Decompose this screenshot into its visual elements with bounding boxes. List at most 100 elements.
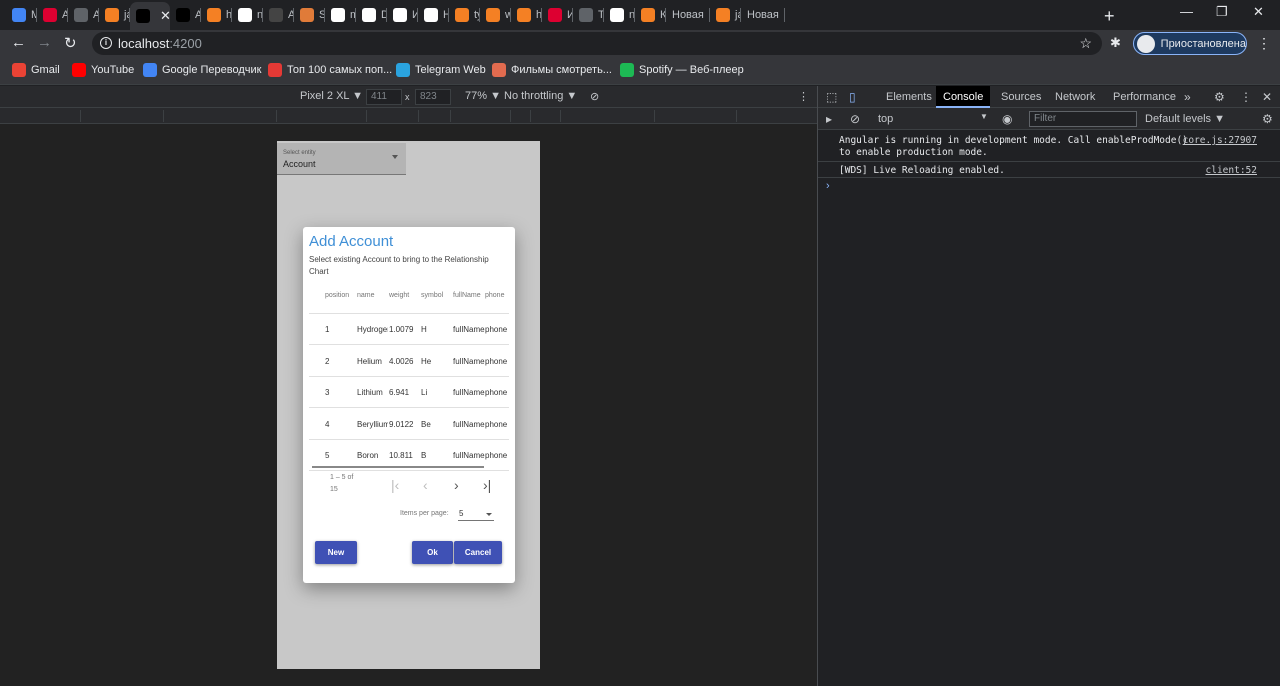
column-header[interactable]: fullName: [453, 285, 485, 307]
first-page-icon[interactable]: |‹: [391, 477, 399, 493]
media-query-ruler[interactable]: [0, 108, 817, 124]
bookmark-star-icon[interactable]: ☆: [1079, 35, 1092, 52]
previous-page-icon[interactable]: ‹: [423, 477, 428, 493]
browser-tab[interactable]: Новая: [741, 4, 785, 26]
browser-tab[interactable]: Me: [6, 4, 37, 26]
browser-tab[interactable]: jav: [710, 4, 741, 26]
table-row[interactable]: 4 Beryllium 9.0122 Be fullName phone: [309, 409, 509, 440]
address-bar[interactable]: i localhost:4200 ☆: [92, 32, 1102, 55]
last-page-icon[interactable]: ›|: [483, 477, 491, 493]
stackoverflow-icon: [455, 8, 469, 22]
browser-tab[interactable]: Ка: [635, 4, 666, 26]
entity-select[interactable]: Select entity Account: [277, 143, 406, 175]
maximize-icon[interactable]: ❐: [1216, 4, 1228, 20]
device-height-input[interactable]: 823: [415, 89, 451, 105]
browser-tab[interactable]: me: [325, 4, 356, 26]
browser-tab[interactable]: Новая: [666, 4, 710, 26]
browser-menu-icon[interactable]: ⋮: [1257, 35, 1271, 52]
close-window-icon[interactable]: ✕: [1253, 4, 1264, 20]
browser-tab[interactable]: An: [37, 4, 68, 26]
inspect-icon[interactable]: ⬚: [826, 90, 837, 104]
bookmark-item[interactable]: Spotify — Веб-плеер: [620, 63, 744, 77]
profile-button[interactable]: Приостановлена: [1133, 32, 1247, 55]
sidebar-toggle-icon[interactable]: ▸: [826, 112, 832, 126]
eye-icon[interactable]: ◉: [1002, 112, 1012, 126]
console-prompt[interactable]: ›: [826, 180, 830, 192]
browser-tab[interactable]: An: [263, 4, 294, 26]
new-tab-button[interactable]: +: [1104, 6, 1115, 27]
bookmark-item[interactable]: Топ 100 самых поп...: [268, 63, 392, 77]
more-tabs-icon[interactable]: »: [1184, 90, 1191, 104]
device-toggle-icon[interactable]: ▯: [849, 90, 856, 104]
devtools-tab-performance[interactable]: Performance: [1106, 86, 1183, 108]
table-cell: Helium: [357, 356, 382, 366]
browser-tab[interactable]: Ин: [387, 4, 418, 26]
items-per-page-select[interactable]: 5: [458, 508, 494, 521]
bookmark-item[interactable]: Gmail: [12, 63, 60, 77]
throttling-select[interactable]: No throttling ▼: [504, 90, 577, 102]
browser-tab[interactable]: ne: [232, 4, 263, 26]
reload-icon[interactable]: ↻: [64, 34, 77, 52]
zoom-select[interactable]: 77% ▼: [465, 90, 501, 102]
devtools-menu-icon[interactable]: ⋮: [1240, 90, 1252, 104]
browser-tab[interactable]: htt: [201, 4, 232, 26]
device-width-input[interactable]: 411: [366, 89, 402, 105]
forward-icon[interactable]: →: [37, 34, 52, 51]
table-row[interactable]: 3 Lithium 6.941 Li fullName phone: [309, 377, 509, 408]
column-header[interactable]: phone: [485, 285, 509, 307]
browser-tab[interactable]: wi: [480, 4, 511, 26]
console-filter-input[interactable]: Filter: [1029, 111, 1137, 127]
info-icon[interactable]: i: [100, 37, 112, 49]
close-tab-icon[interactable]: ✕: [160, 8, 170, 24]
clear-console-icon[interactable]: ⊘: [850, 112, 860, 126]
console-message-source[interactable]: core.js:27907: [1183, 135, 1257, 147]
bookmark-label: Google Переводчик: [162, 64, 262, 76]
browser-tab[interactable]: An: [68, 4, 99, 26]
browser-tab[interactable]: De: [356, 4, 387, 26]
browser-tab[interactable]: Sc: [294, 4, 325, 26]
extensions-icon[interactable]: ✱: [1110, 35, 1121, 51]
browser-tab[interactable]: Ин: [542, 4, 573, 26]
column-header[interactable]: symbol: [421, 285, 452, 307]
table-cell: Hydrogen: [357, 325, 388, 334]
browser-tab[interactable]: ✕: [130, 2, 170, 30]
settings-icon[interactable]: ⚙: [1214, 90, 1225, 104]
browser-tab[interactable]: jav: [99, 4, 130, 26]
column-header[interactable]: position: [325, 285, 355, 307]
browser-tab[interactable]: typ: [449, 4, 480, 26]
bookmark-item[interactable]: Фильмы смотреть...: [492, 63, 612, 77]
stackoverflow-icon: [105, 8, 119, 22]
log-levels-select[interactable]: Default levels ▼: [1145, 113, 1225, 125]
bookmark-item[interactable]: Telegram Web: [396, 63, 486, 77]
device-select[interactable]: Pixel 2 XL ▼: [300, 90, 363, 102]
bookmark-item[interactable]: Google Переводчик: [143, 63, 262, 77]
browser-tab[interactable]: ne: [604, 4, 635, 26]
next-page-icon[interactable]: ›: [454, 477, 459, 493]
minimize-icon[interactable]: —: [1180, 4, 1193, 19]
console-settings-icon[interactable]: ⚙: [1262, 112, 1273, 126]
bookmark-item[interactable]: YouTube: [72, 63, 134, 77]
browser-tab[interactable]: htt: [511, 4, 542, 26]
context-select[interactable]: top: [878, 113, 893, 125]
browser-tab[interactable]: Тур: [573, 4, 604, 26]
browser-tab[interactable]: Ad: [170, 4, 201, 26]
column-header[interactable]: weight: [389, 285, 420, 307]
table-row[interactable]: 2 Helium 4.0026 He fullName phone: [309, 346, 509, 377]
table-horizontal-scrollbar[interactable]: [312, 466, 484, 468]
devtools-tab-elements[interactable]: Elements: [879, 86, 939, 108]
device-menu-icon[interactable]: ⋮: [798, 90, 809, 103]
column-header[interactable]: name: [357, 285, 388, 307]
new-button[interactable]: New: [315, 541, 357, 564]
devtools-close-icon[interactable]: ✕: [1262, 90, 1272, 104]
browser-tab[interactable]: Нс: [418, 4, 449, 26]
rotate-icon[interactable]: ⊘: [590, 90, 599, 103]
devtools-tab-console[interactable]: Console: [936, 86, 991, 108]
cancel-button[interactable]: Cancel: [454, 541, 502, 564]
table-row[interactable]: 1 Hydrogen1.0079 HfullNamephone: [309, 314, 509, 345]
ok-button[interactable]: Ok: [412, 541, 453, 564]
devtools-tab-network[interactable]: Network: [1048, 86, 1102, 108]
stackoverflow-icon: [716, 8, 730, 22]
back-icon[interactable]: ←: [11, 34, 26, 51]
console-message-source[interactable]: client:52: [1206, 165, 1257, 177]
devtools-tab-sources[interactable]: Sources: [994, 86, 1048, 108]
